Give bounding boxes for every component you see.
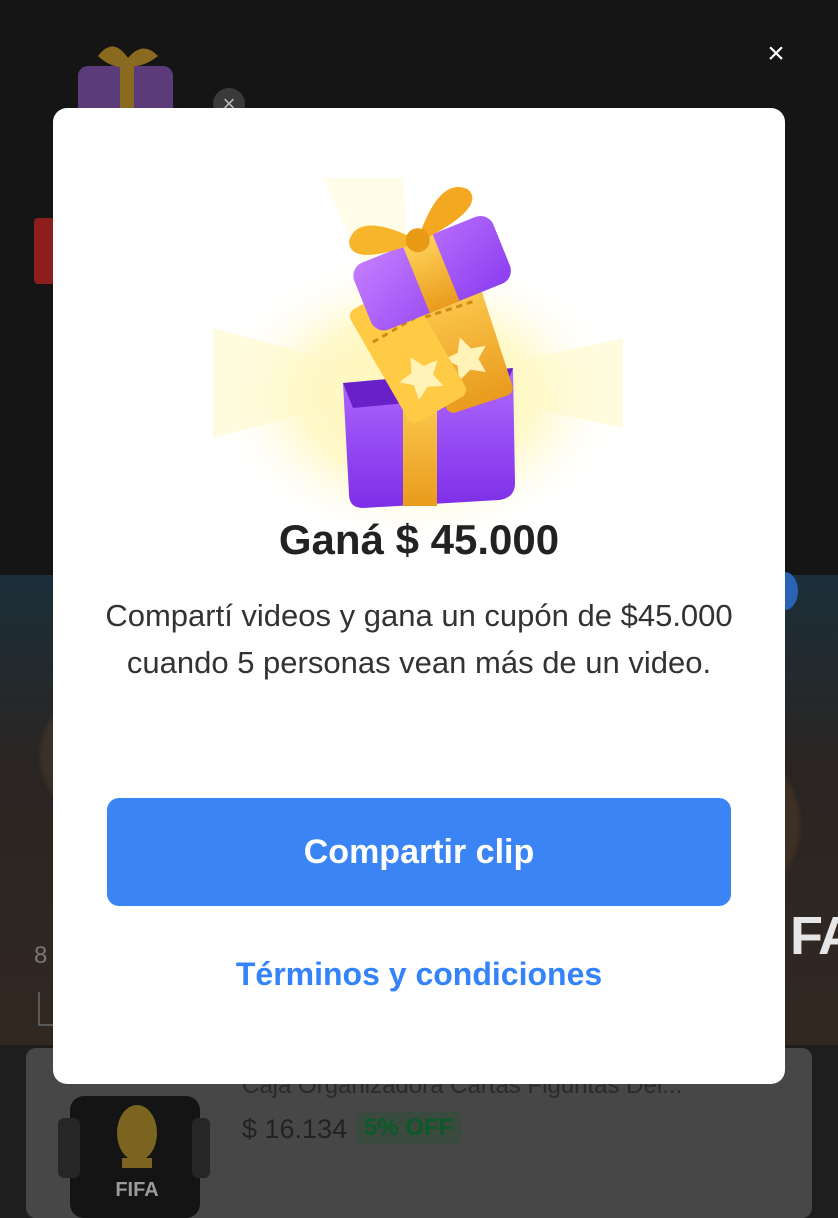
modal-description: Compartí videos y gana un cupón de $45.0… <box>105 598 733 680</box>
product-logo-text: FIFA <box>115 1179 158 1201</box>
close-icon[interactable]: × <box>760 38 792 70</box>
background-fifa-text: FA <box>790 906 838 966</box>
terms-and-conditions-link[interactable]: Términos y condiciones <box>53 956 785 993</box>
product-price: $ 16.134 <box>242 1114 348 1144</box>
background-counter: 8 <box>34 942 48 969</box>
product-discount-badge: 5% OFF <box>356 1112 462 1144</box>
reward-modal: Ganá $ 45.000 Compartí videos y gana un … <box>53 108 785 1084</box>
share-clip-button[interactable]: Compartir clip <box>107 798 731 906</box>
product-thumbnail[interactable]: FIFA <box>52 1078 212 1218</box>
gift-box-icon <box>208 178 628 533</box>
modal-title: Ganá $ 45.000 <box>278 516 560 563</box>
